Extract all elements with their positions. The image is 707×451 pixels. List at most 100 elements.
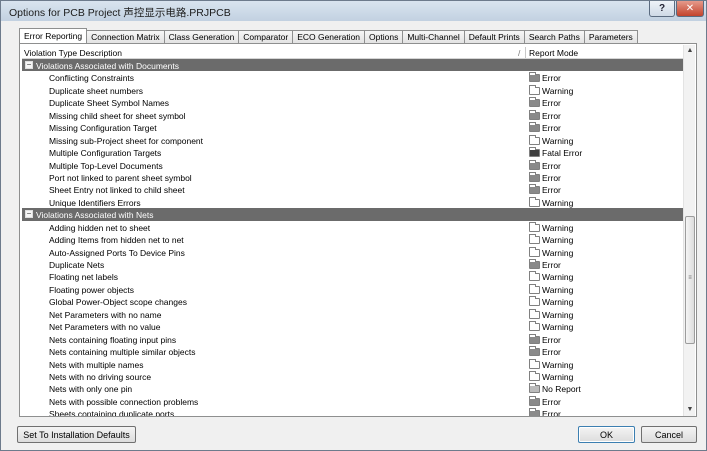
tab-search-paths[interactable]: Search Paths [523, 30, 585, 43]
close-button[interactable]: ✕ [676, 1, 704, 17]
table-row[interactable]: Net Parameters with no value Warning [22, 320, 683, 332]
table-row[interactable]: Floating power objects Warning [22, 283, 683, 295]
violation-description: Multiple Top-Level Documents [49, 160, 163, 171]
tab-options[interactable]: Options [364, 30, 404, 43]
report-mode-cell[interactable]: Warning [527, 321, 573, 332]
scroll-thumb[interactable]: ≡ [685, 216, 695, 344]
help-button[interactable]: ? [649, 1, 675, 17]
report-mode-label: Warning [542, 247, 574, 258]
scroll-up-arrow[interactable]: ▲ [684, 45, 696, 57]
report-mode-cell[interactable]: Warning [527, 358, 573, 370]
report-mode-cell[interactable]: Warning [527, 246, 574, 258]
tab-eco-generation[interactable]: ECO Generation [292, 30, 366, 43]
column-divider[interactable] [525, 47, 526, 58]
column-header-report-mode[interactable]: Report Mode [529, 48, 578, 58]
violation-description: Sheet Entry not linked to child sheet [49, 185, 185, 196]
table-row[interactable]: Nets containing floating input pins Error [22, 333, 683, 345]
report-mode-folder-icon [529, 134, 540, 145]
violation-description: Nets containing floating input pins [49, 334, 177, 345]
set-to-installation-defaults-button[interactable]: Set To Installation Defaults [17, 426, 136, 443]
report-mode-folder-icon [529, 122, 540, 133]
report-mode-cell[interactable]: Warning [527, 271, 573, 282]
vertical-scrollbar[interactable]: ▲ ≡ ▼ [683, 45, 695, 416]
report-mode-label: Warning [542, 222, 574, 233]
scroll-down-arrow[interactable]: ▼ [684, 404, 696, 416]
report-mode-label: Error [542, 98, 561, 109]
table-row[interactable]: Adding Items from hidden net to net Warni… [22, 233, 683, 245]
cancel-button[interactable]: Cancel [641, 426, 697, 443]
report-mode-cell[interactable]: Error [527, 333, 561, 345]
table-row[interactable]: Conflicting Constraints Error [22, 71, 683, 83]
report-mode-cell[interactable]: Error [527, 171, 561, 183]
report-mode-cell[interactable]: Error [527, 159, 561, 171]
tab-error-reporting[interactable]: Error Reporting [19, 28, 88, 43]
table-row[interactable]: Nets with multiple names Warning [22, 358, 683, 370]
table-row[interactable]: Duplicate sheet numbers Warning [22, 84, 683, 96]
collapse-icon[interactable]: − [25, 210, 33, 219]
report-mode-cell[interactable]: Fatal Error [527, 147, 582, 158]
collapse-icon[interactable]: − [25, 61, 33, 69]
table-row[interactable]: Floating net labels Warning [22, 270, 683, 282]
report-mode-cell[interactable]: Error [527, 395, 561, 407]
report-mode-cell[interactable]: Warning [527, 84, 573, 96]
table-row[interactable]: Sheet Entry not linked to child sheet Err… [22, 183, 683, 195]
tab-multi-channel[interactable]: Multi-Channel [402, 30, 465, 43]
report-mode-cell[interactable]: Error [527, 408, 561, 416]
report-mode-cell[interactable]: Error [527, 259, 561, 270]
table-row[interactable]: Missing sub-Project sheet for component W… [22, 134, 683, 146]
table-row[interactable]: Duplicate Sheet Symbol Names Error [22, 96, 683, 108]
table-row[interactable]: Auto-Assigned Ports To Device Pins Warnin… [22, 246, 683, 258]
table-row[interactable]: Sheets containing duplicate ports Error [22, 407, 683, 416]
report-mode-cell[interactable]: Warning [527, 283, 573, 295]
report-mode-cell[interactable]: Error [527, 109, 561, 121]
report-mode-cell[interactable]: Error [527, 97, 561, 109]
violation-description: Nets with no driving source [49, 371, 152, 382]
tab-parameters[interactable]: Parameters [583, 30, 638, 43]
report-mode-cell[interactable]: Warning [527, 370, 573, 382]
report-mode-folder-icon [529, 395, 540, 406]
table-row[interactable]: Multiple Top-Level Documents Error [22, 159, 683, 171]
violation-description: Duplicate sheet numbers [49, 85, 144, 96]
tab-comparator[interactable]: Comparator [238, 30, 294, 43]
report-mode-cell[interactable]: Error [527, 184, 561, 195]
table-row[interactable]: Net Parameters with no name Warning [22, 308, 683, 320]
table-row[interactable]: Unique Identifiers Errors Warning [22, 196, 683, 208]
table-row[interactable]: Nets with only one pin No Report [22, 382, 683, 394]
report-mode-cell[interactable]: Warning [527, 296, 573, 307]
report-mode-cell[interactable]: No Report [527, 383, 581, 394]
report-mode-cell[interactable]: Warning [527, 196, 573, 208]
table-row[interactable]: Nets containing multiple similar objects… [22, 345, 683, 357]
group-header[interactable]: − Violations Associated with Nets [22, 208, 683, 221]
violation-description: Duplicate Sheet Symbol Names [49, 98, 170, 109]
report-mode-label: Warning [542, 309, 574, 320]
ok-button[interactable]: OK [578, 426, 635, 443]
report-mode-label: Error [542, 260, 561, 270]
table-row[interactable]: Global Power-Object scope changes Warning [22, 295, 683, 307]
table-row[interactable]: Adding hidden net to sheet Warning [22, 221, 683, 233]
tab-default-prints[interactable]: Default Prints [463, 30, 525, 43]
report-mode-cell[interactable]: Warning [527, 308, 574, 320]
tab-connection-matrix[interactable]: Connection Matrix [86, 30, 165, 43]
column-header-description[interactable]: Violation Type Description [24, 48, 122, 58]
report-mode-label: Error [542, 172, 561, 183]
report-mode-cell[interactable]: Warning [527, 234, 573, 245]
report-mode-cell[interactable]: Error [527, 122, 561, 133]
report-mode-cell[interactable]: Warning [527, 221, 574, 233]
violation-description: Sheets containing duplicate ports [49, 409, 175, 416]
report-mode-cell[interactable]: Warning [527, 134, 573, 146]
table-row[interactable]: Nets with possible connection problems Er… [22, 395, 683, 407]
report-mode-cell[interactable]: Error [527, 346, 561, 357]
violation-description: Adding Items from hidden net to net [49, 235, 184, 246]
report-mode-cell[interactable]: Error [527, 72, 561, 83]
table-row[interactable]: Nets with no driving source Warning [22, 370, 683, 382]
violation-description: Nets containing multiple similar objects [49, 347, 196, 358]
table-row[interactable]: Duplicate Nets Error [22, 258, 683, 270]
table-row[interactable]: Missing Configuration Target Error [22, 121, 683, 133]
window-title: Options for PCB Project 声控显示电路.PRJPCB [9, 7, 231, 19]
tab-class-generation[interactable]: Class Generation [163, 30, 240, 43]
group-title: Violations Associated with Documents [36, 61, 180, 71]
table-row[interactable]: Port not linked to parent sheet symbol Er… [22, 171, 683, 183]
group-header[interactable]: − Violations Associated with Documents [22, 59, 683, 72]
table-row[interactable]: Missing child sheet for sheet symbol Erro… [22, 109, 683, 121]
table-row[interactable]: Multiple Configuration Targets Fatal Erro… [22, 146, 683, 158]
